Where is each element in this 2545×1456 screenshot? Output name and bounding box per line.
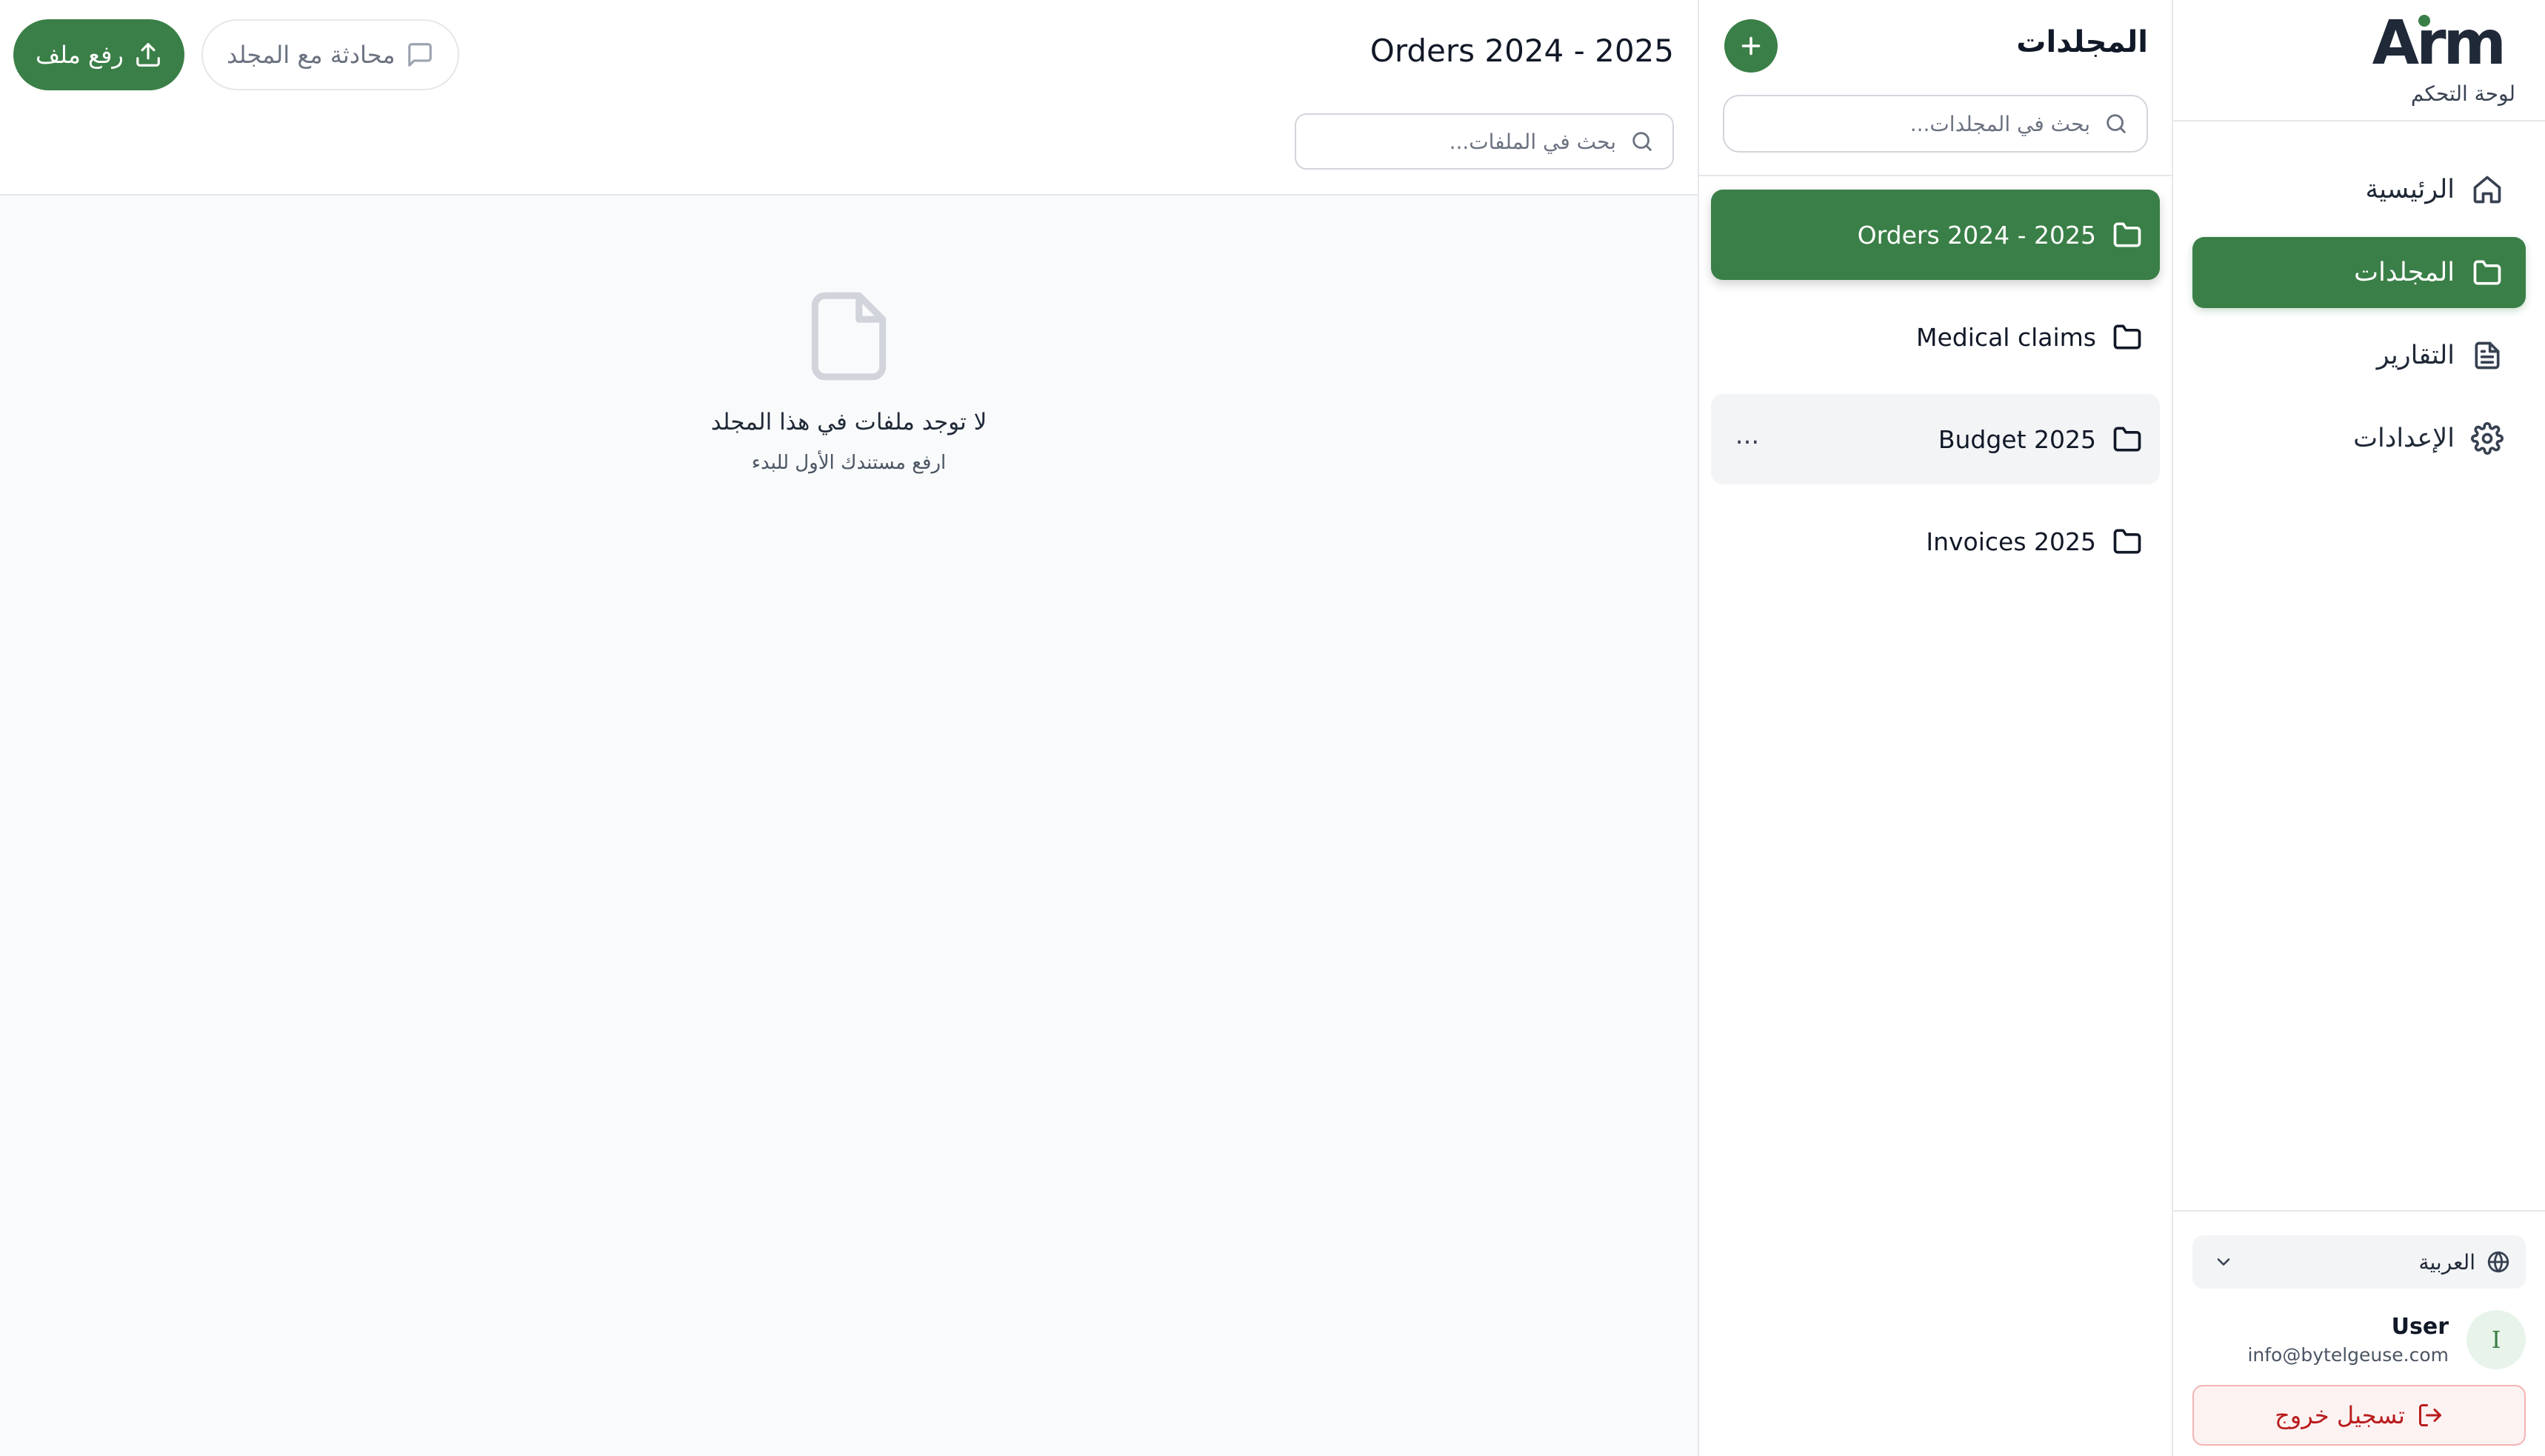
sidebar: Arm لوحة التحكم الرئيسية المجلدات التقار… <box>2172 0 2545 1456</box>
empty-state: لا توجد ملفات في هذا المجلد ارفع مستندك … <box>0 289 1698 474</box>
folder-name: Medical claims <box>1916 322 2096 352</box>
nav-item-settings[interactable]: الإعدادات <box>2192 403 2526 474</box>
plus-icon <box>1741 36 1761 56</box>
page-title: Orders 2024 - 2025 <box>1370 33 1674 69</box>
nav-item-label: الرئيسية <box>2365 175 2455 204</box>
search-icon <box>1632 132 1652 151</box>
folder-item-medical-claims[interactable]: Medical claims <box>1711 292 2160 382</box>
upload-label: رفع ملف <box>36 41 124 69</box>
nav-item-label: المجلدات <box>2354 258 2455 287</box>
main-header: Orders 2024 - 2025 محادثة مع المجلد رفع … <box>0 0 1698 196</box>
nav-item-reports[interactable]: التقارير <box>2192 320 2526 391</box>
sidebar-footer: العربية I User info@bytelgeuse.com تسجيل… <box>2173 1210 2545 1456</box>
logo-dot-icon <box>2418 15 2430 27</box>
user-name: User <box>2391 1314 2449 1340</box>
nav-item-home[interactable]: الرئيسية <box>2192 154 2526 225</box>
user-email: info@bytelgeuse.com <box>2247 1344 2449 1366</box>
brand-subtitle: لوحة التحكم <box>2410 81 2515 106</box>
more-options-icon[interactable]: ... <box>1730 422 1764 456</box>
chat-with-folder-button[interactable]: محادثة مع المجلد <box>201 19 459 90</box>
globe-icon <box>2487 1251 2509 1273</box>
folder-search-input[interactable] <box>1742 110 2092 137</box>
folder-name: Orders 2024 - 2025 <box>1857 220 2096 250</box>
logout-label: تسجيل خروج <box>2275 1401 2405 1429</box>
upload-file-button[interactable]: رفع ملف <box>13 19 184 90</box>
upload-icon <box>136 43 160 67</box>
folder-icon <box>2473 260 2501 285</box>
nav-item-label: التقارير <box>2376 341 2455 370</box>
folder-icon <box>2113 222 2141 247</box>
logout-icon <box>2418 1404 2441 1426</box>
brand-logo[interactable]: Arm <box>2372 13 2506 74</box>
file-search-input[interactable] <box>1314 128 1618 155</box>
folder-item-orders[interactable]: Orders 2024 - 2025 <box>1711 190 2160 280</box>
avatar[interactable]: I <box>2466 1310 2526 1369</box>
search-icon <box>2107 114 2126 133</box>
nav-item-folders[interactable]: المجلدات <box>2192 237 2526 308</box>
empty-state-title: لا توجد ملفات في هذا المجلد <box>710 409 987 435</box>
folder-name: Invoices 2025 <box>1926 527 2096 556</box>
gear-icon <box>2471 422 2504 455</box>
document-icon <box>2475 341 2500 370</box>
folders-title: المجلدات <box>2016 25 2148 59</box>
main-nav: الرئيسية المجلدات التقارير الإعدادات <box>2173 121 2545 474</box>
folder-icon <box>2113 324 2141 350</box>
empty-state-subtitle: ارفع مستندك الأول للبدء <box>751 452 947 474</box>
folder-item-invoices[interactable]: Invoices 2025 <box>1711 496 2160 587</box>
folder-icon <box>2113 427 2141 452</box>
add-folder-button[interactable] <box>1724 19 1778 73</box>
folder-icon <box>2113 529 2141 554</box>
chat-icon <box>407 43 432 67</box>
app-window: Arm لوحة التحكم الرئيسية المجلدات التقار… <box>0 0 2545 1456</box>
folder-name: Budget 2025 <box>1938 424 2096 454</box>
home-icon <box>2473 176 2501 204</box>
folder-list: Orders 2024 - 2025 Medical claims Budget… <box>1699 176 2172 587</box>
folder-item-budget[interactable]: Budget 2025 ... <box>1711 394 2160 484</box>
language-select[interactable]: العربية <box>2192 1235 2526 1289</box>
folder-search <box>1723 95 2148 153</box>
chat-label: محادثة مع المجلد <box>227 41 396 69</box>
brand: Arm لوحة التحكم <box>2173 0 2545 121</box>
file-icon <box>811 292 887 381</box>
chevron-down-icon <box>2217 1258 2230 1266</box>
nav-item-label: الإعدادات <box>2353 424 2455 453</box>
folders-header: المجلدات <box>1699 0 2172 176</box>
brand-logo-text: Arm <box>2372 8 2506 79</box>
main-content: Orders 2024 - 2025 محادثة مع المجلد رفع … <box>0 0 1698 1456</box>
language-label: العربية <box>2418 1249 2475 1275</box>
user-info: User info@bytelgeuse.com <box>2247 1314 2449 1366</box>
folders-panel: المجلدات Orders 2024 - 2025 Medical clai… <box>1698 0 2172 1456</box>
user-profile: I User info@bytelgeuse.com <box>2192 1306 2526 1373</box>
logout-button[interactable]: تسجيل خروج <box>2192 1385 2526 1446</box>
file-search <box>1295 113 1674 170</box>
